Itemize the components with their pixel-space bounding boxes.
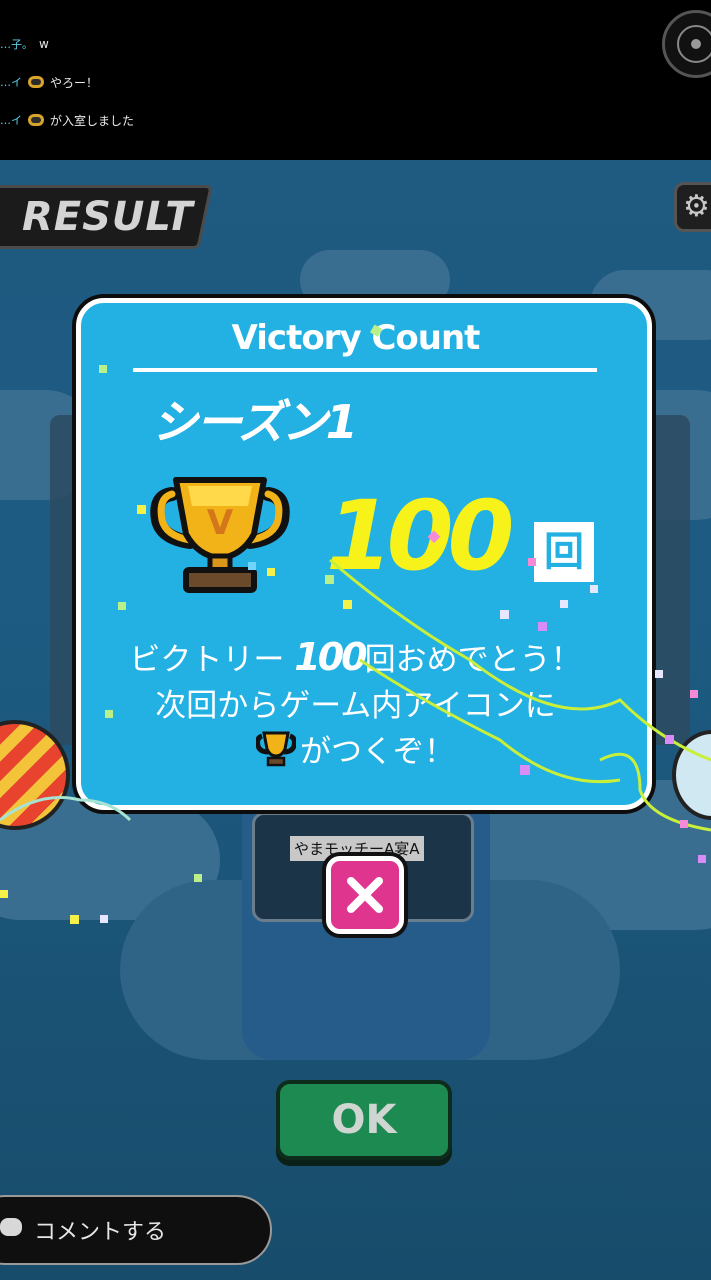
trophy-letter: V	[207, 503, 234, 543]
close-button[interactable]	[326, 856, 404, 934]
chat-message-text: が入室しました	[50, 113, 135, 128]
message-text: がつくぞ！	[300, 734, 455, 770]
close-icon	[347, 877, 383, 913]
user-badge-icon	[28, 114, 44, 126]
chat-user-name: …子。	[0, 38, 33, 51]
trophy-icon: V	[150, 477, 290, 593]
message-suffix: 回おめでとう！	[364, 642, 582, 678]
speech-bubble-icon	[0, 1218, 22, 1236]
ok-button-label: OK	[331, 1097, 397, 1143]
chat-message: …イ やろー！	[0, 70, 98, 94]
chat-user-name: …イ	[0, 114, 22, 127]
gear-icon[interactable]: ⚙	[674, 182, 711, 232]
ok-button[interactable]: OK	[276, 1080, 452, 1160]
page-title: RESULT	[22, 194, 194, 240]
chat-message-text: w	[39, 37, 49, 51]
season-label: シーズン1	[152, 395, 358, 449]
title-divider	[133, 368, 597, 372]
chat-message: …子。 w	[0, 32, 49, 56]
comment-label[interactable]: コメントする	[34, 1214, 166, 1246]
count-unit: 回	[544, 529, 584, 575]
trophy-icon	[256, 731, 296, 767]
dpad-icon[interactable]	[662, 10, 711, 78]
chat-user-name: …イ	[0, 76, 22, 89]
chat-message-text: やろー！	[50, 75, 99, 90]
dialog-title: Victory Count	[231, 318, 481, 358]
message-line: がつくぞ！	[0, 726, 711, 771]
message-prefix: ビクトリー	[129, 642, 295, 678]
chat-message: …イ が入室しました	[0, 108, 134, 132]
chat-overlay: …子。 w …イ やろー！ …イ が入室しました	[0, 0, 711, 160]
message-line: ビクトリー 100回おめでとう！	[0, 634, 711, 679]
user-badge-icon	[28, 76, 44, 88]
count-unit-badge: 回	[534, 522, 594, 582]
message-line: 次回からゲーム内アイコンに	[155, 688, 556, 724]
victory-count: 100	[326, 480, 514, 592]
message-count: 100	[294, 635, 367, 679]
